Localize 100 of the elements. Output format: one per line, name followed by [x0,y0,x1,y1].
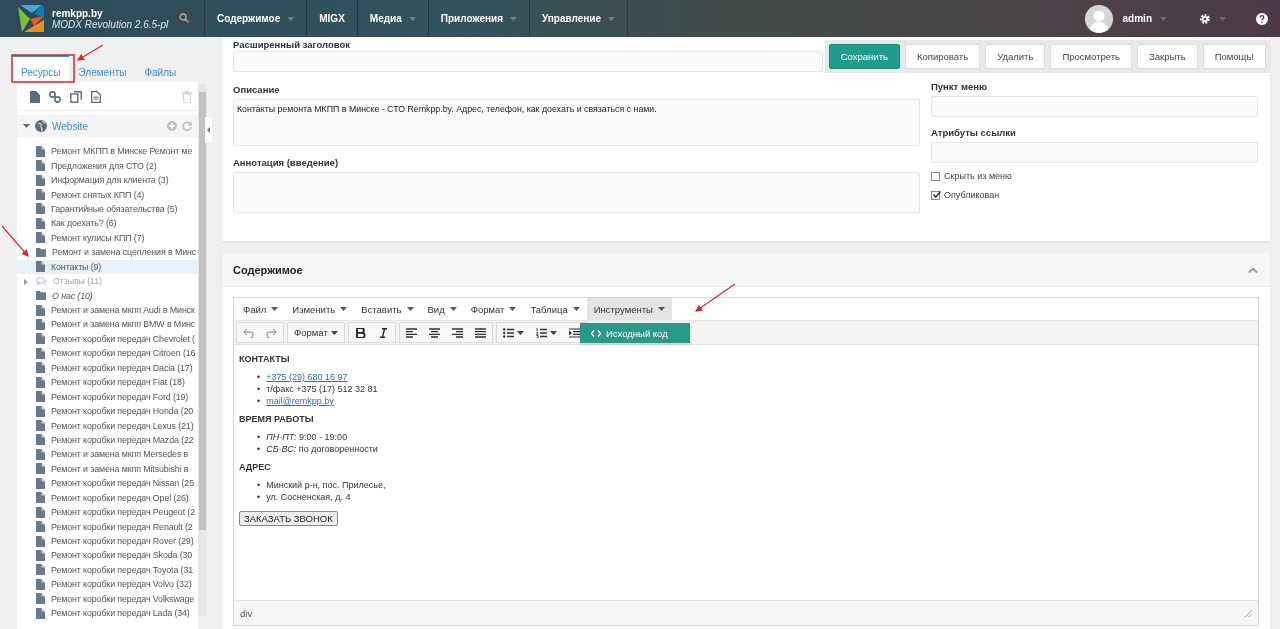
tree-item[interactable]: Ремонт коробки передач Toyota (31 [17,562,198,578]
tree-item[interactable]: Ремонт коробки передач Chevrolet ( [17,331,198,347]
tree-item[interactable]: О нас (10) [17,288,198,303]
editor-menu[interactable]: Таблица [523,298,587,320]
document-icon [36,535,45,547]
description-field[interactable]: Контакты ремонта МКПП в Минске - СТО Remkpp.by. Адрес, телефон, как доехать и связаться с нами. [233,99,920,146]
format-dropdown[interactable]: Формат [288,323,344,342]
settings-menu[interactable] [1199,12,1226,25]
action-button[interactable]: Помощь! [1202,44,1266,69]
action-button[interactable]: Закрыть [1137,44,1198,69]
document-icon [36,145,45,157]
tree-item[interactable]: Контакты (9) [17,259,198,274]
caret-icon [608,16,616,21]
annotation-arrow [1,225,29,257]
tree-item[interactable]: Как доехать? (6) [17,216,198,231]
tree-item[interactable]: Ремонт и замена мкпп Mitsubishi в [17,461,198,477]
annotation-arrow [695,283,736,312]
content-link[interactable]: +375 (29) 680 16 97 [266,371,348,383]
new-document-icon[interactable] [30,91,40,103]
resize-handle-icon[interactable] [1245,609,1252,617]
tree-item[interactable]: Ремонт коробки передач Lexus (21) [17,418,198,433]
check-icon [932,190,941,199]
tree-item[interactable]: Ремонт и замена мкпп Mersedes в [17,447,198,462]
tree-item[interactable]: Ремонт кулисы КПП (7) [17,230,198,246]
tree-item[interactable]: Ремонт коробки передач Volvo (32) [17,577,198,592]
tree-item[interactable]: Ремонт коробки передач Lada (34) [17,606,198,621]
tree-item[interactable]: Информация для клиента (3) [17,172,198,188]
tree-item[interactable]: Ремонт коробки передач Fiat (18) [17,375,198,390]
editor-menu[interactable]: Изменить [285,298,355,320]
action-button[interactable]: Копировать [904,44,981,69]
editor-menu[interactable]: Формат [463,298,524,320]
tree-item[interactable]: Ремонт коробки передач Honda (20 [17,403,198,419]
numbered-list-icon [535,327,547,338]
collapse-icon[interactable] [1248,266,1258,273]
document-icon [36,434,45,446]
checkbox-label: Опубликован [944,190,1000,200]
help-icon[interactable] [1256,12,1268,25]
caret-icon [549,330,557,335]
document-icon [36,261,45,273]
tree-item[interactable]: Ремонт коробки передач Rover (29) [17,533,198,549]
tree-item[interactable]: Ремонт и замена мкпп Audi в Минск [17,302,198,318]
expand-caret-icon[interactable] [24,278,28,285]
editor-menu[interactable]: Вставить [354,298,421,320]
tree-item[interactable]: Ремонт и замена сцепления в Минс [17,245,198,260]
checkbox[interactable] [931,190,940,200]
tree-item[interactable]: Ремонт коробки передач Dacia (17) [17,360,198,375]
action-button[interactable]: Удалить [985,44,1046,69]
input-field[interactable] [931,96,1258,117]
comments-icon [36,276,47,286]
action-button[interactable]: Просмотреть [1050,44,1133,69]
tree-item[interactable]: Предложения для СТО (2) [17,158,198,173]
align-right-icon [451,327,463,338]
document-icon [36,174,45,186]
user-menu[interactable]: admin [1122,13,1167,24]
folder-icon [36,291,46,301]
bullet: • [257,479,261,491]
tree-item[interactable]: Ремонт коробки передач Renault (2 [17,519,198,534]
tree-item[interactable]: Ремонт и замена мкпп BMW в Минс [17,317,198,332]
scrollbar[interactable] [198,84,207,616]
document-icon [36,549,45,561]
editor-menu[interactable]: Вид [420,298,464,320]
input-field[interactable] [931,142,1258,163]
checkbox[interactable] [931,171,940,181]
align-left-icon [405,327,417,338]
tree-item[interactable]: Ремонт коробки передач Ford (19) [17,389,198,404]
link-icon[interactable] [49,91,61,103]
tree-item[interactable]: Ремонт коробки передач Skoda (30 [17,548,198,563]
document-icon [36,506,45,518]
caret-icon [1219,16,1226,21]
tree-item[interactable]: Ремонт МКПП в Минске Ремонт ме [17,144,198,159]
tree-item[interactable]: Ремонт снятых КПП (4) [17,187,198,202]
globe-icon [35,120,47,132]
bullet: • [257,443,261,455]
tree-item[interactable]: Гарантийные обязательства (5) [17,201,198,217]
editor-menu[interactable]: Файл [236,298,286,320]
callback-button[interactable]: ЗАКАЗАТЬ ЗВОНОК [239,511,338,526]
align-justify-icon [474,327,486,338]
field-label: Аннотация (введение) [233,157,340,167]
document-icon [36,448,45,460]
caret-icon [271,307,279,311]
copy-icon[interactable] [70,91,82,103]
tree-item[interactable]: Ремонт коробки передач Nissan (25 [17,476,198,491]
collapse-handle[interactable] [205,117,212,143]
content-link[interactable]: mail@remkpp.by [266,395,334,407]
field-label: Пункт меню [931,81,989,91]
list-item-text: СБ-ВС: по договоренности [266,443,378,455]
tree-item[interactable]: Ремонт коробки передач Citroen (16 [17,346,198,361]
input-field[interactable] [233,51,823,72]
tree-item[interactable]: Ремонт коробки передач Peugeot (2 [17,504,198,520]
document-icon [36,232,45,244]
textarea-field[interactable] [233,172,920,213]
search-button[interactable] [174,8,194,28]
bullet: • [257,371,261,383]
editor-menu[interactable]: Инструменты [586,298,672,320]
annotation-box [11,54,75,83]
undo-icon [243,327,254,338]
document-icon[interactable] [91,91,101,103]
tree-item[interactable]: Ремонт коробки передач Volkswage [17,591,198,606]
tree-item[interactable]: Ремонт коробки передач Opel (26) [17,490,198,505]
tree-item[interactable]: Ремонт коробки передач Mazda (22 [17,432,198,448]
